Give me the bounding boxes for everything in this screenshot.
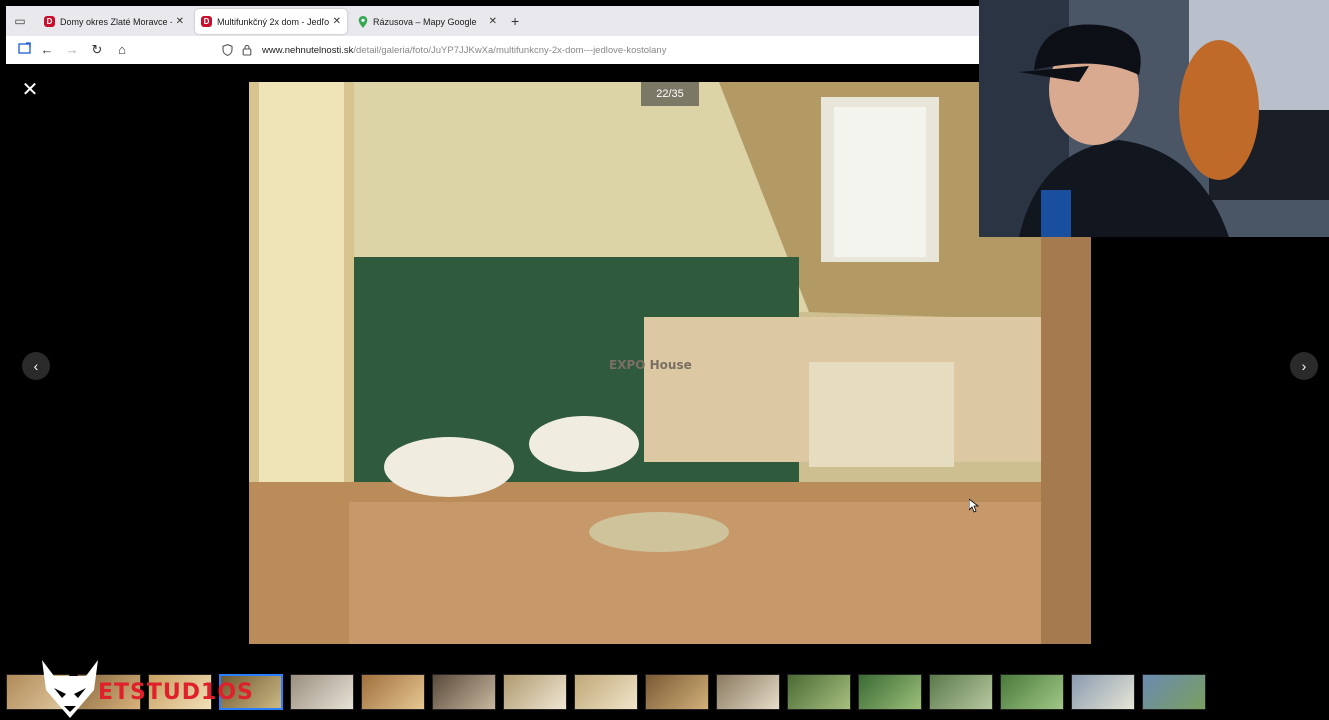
thumbnail[interactable]	[290, 674, 354, 710]
thumbnail[interactable]	[574, 674, 638, 710]
url-path: /detail/galeria/foto/JuYP7JJKwXa/multifu…	[353, 44, 667, 56]
gallery-photo: EXPO House	[249, 82, 1091, 644]
thumbnail[interactable]	[787, 674, 851, 710]
thumbnail[interactable]	[361, 674, 425, 710]
tracking-protection-icon[interactable]	[222, 44, 234, 56]
forward-icon[interactable]: →	[64, 42, 80, 58]
close-gallery-icon[interactable]: ✕	[20, 80, 40, 100]
tab-list-icon[interactable]: ▭	[12, 13, 28, 29]
thumbnail[interactable]	[1071, 674, 1135, 710]
photo-counter: 22/35	[641, 82, 699, 106]
tab-title: Multifunkčný 2x dom - Jedľové	[217, 16, 329, 27]
nehnutelnosti-icon: D	[44, 16, 55, 27]
new-tab-button[interactable]: +	[511, 13, 519, 29]
streamer-watermark-text: ETSTUD1OS	[98, 680, 254, 705]
thumbnail[interactable]	[645, 674, 709, 710]
photo-watermark-logo: EXPO House	[609, 358, 692, 372]
thumbnail[interactable]	[929, 674, 993, 710]
browser-window: ▭ D Domy okres Zlaté Moravce - po ✕ D Mu…	[6, 6, 979, 64]
previous-photo-button[interactable]: ‹	[22, 352, 50, 380]
home-icon[interactable]: ⌂	[114, 42, 130, 58]
url-host: www.nehnutelnosti.sk	[262, 44, 354, 56]
webcam-overlay	[979, 0, 1329, 237]
url-text[interactable]: www.nehnutelnosti.sk/detail/galeria/foto…	[262, 45, 666, 56]
address-bar[interactable]: www.nehnutelnosti.sk/detail/galeria/foto…	[216, 39, 971, 61]
next-photo-button[interactable]: ›	[1290, 352, 1318, 380]
close-tab-icon[interactable]: ✕	[176, 16, 184, 27]
view-sidebar-icon[interactable]	[16, 42, 32, 58]
thumbnail[interactable]	[432, 674, 496, 710]
mouse-cursor-icon	[969, 499, 979, 513]
thumbnail[interactable]	[858, 674, 922, 710]
tab-title: Domy okres Zlaté Moravce - po	[60, 16, 172, 27]
thumbnail[interactable]	[1142, 674, 1206, 710]
fox-mask-icon	[42, 660, 98, 718]
close-tab-icon[interactable]: ✕	[333, 16, 341, 27]
close-tab-icon[interactable]: ✕	[489, 16, 497, 27]
google-maps-icon	[357, 15, 368, 28]
thumbnail[interactable]	[716, 674, 780, 710]
reload-icon[interactable]: ↻	[89, 42, 105, 58]
navigation-bar: ← → ↻ ⌂ www.nehnutelnosti.sk/detail/gale…	[6, 36, 979, 64]
lock-icon[interactable]	[242, 44, 254, 56]
tab-strip: ▭ D Domy okres Zlaté Moravce - po ✕ D Mu…	[6, 6, 979, 36]
tab-multifunkcny-dom[interactable]: D Multifunkčný 2x dom - Jedľové ✕	[195, 9, 347, 34]
tab-domy-okres[interactable]: D Domy okres Zlaté Moravce - po ✕	[38, 9, 190, 34]
thumbnail[interactable]	[503, 674, 567, 710]
tab-title: Rázusova – Mapy Google	[373, 16, 477, 27]
tab-razusova-mapy[interactable]: Rázusova – Mapy Google ✕	[351, 9, 503, 34]
streamer-watermark: ETSTUD1OS	[40, 660, 290, 718]
back-icon[interactable]: ←	[39, 42, 55, 58]
thumbnail[interactable]	[1000, 674, 1064, 710]
nehnutelnosti-icon: D	[201, 16, 212, 27]
